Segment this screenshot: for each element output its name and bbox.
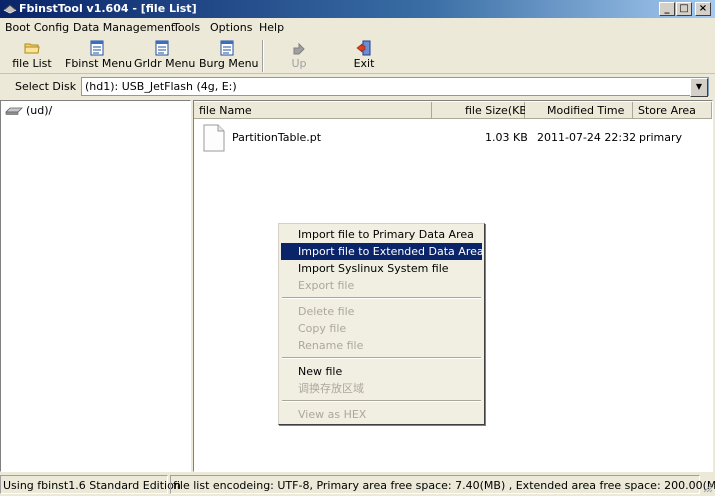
toolbar-label: file List: [12, 57, 52, 70]
menu-doc-icon: [220, 40, 234, 56]
menu-doc-icon: [155, 40, 169, 56]
menu-help[interactable]: Help: [259, 21, 284, 34]
menu-item-export-file[interactable]: Export file: [281, 277, 482, 294]
resize-grip-icon[interactable]: [702, 482, 713, 493]
toolbar: file List Fbinst Menu Grldr Menu Burg Me…: [0, 38, 715, 74]
menu-item-import-syslinux[interactable]: Import Syslinux System file: [281, 260, 482, 277]
disk-select-value: (hd1): USB_JetFlash (4g, E:): [85, 80, 237, 93]
menu-separator: [282, 400, 481, 402]
menu-item-swap-area[interactable]: 调换存放区域: [281, 380, 482, 397]
window-title: FbinstTool v1.604 - [file List]: [19, 2, 197, 15]
maximize-button[interactable]: □: [676, 2, 692, 16]
app-icon: [3, 4, 17, 14]
close-button[interactable]: ×: [695, 2, 711, 16]
tree-item-root[interactable]: (ud)/: [26, 104, 52, 117]
menu-boot-config[interactable]: Boot Config: [5, 21, 69, 34]
toolbar-label: Exit: [353, 57, 375, 70]
menu-bar: Boot Config Data Management Tools Option…: [0, 18, 715, 38]
column-header-modified-time[interactable]: Modified Time: [525, 102, 633, 119]
menu-item-import-extended[interactable]: Import file to Extended Data Area: [281, 243, 484, 260]
menu-data-management[interactable]: Data Management: [73, 21, 175, 34]
context-menu: Import file to Primary Data Area Import …: [278, 223, 485, 425]
up-arrow-icon: [293, 42, 305, 55]
toolbar-label: Fbinst Menu: [65, 57, 133, 70]
toolbar-up-button[interactable]: Up: [284, 40, 314, 72]
folder-tree[interactable]: (ud)/: [0, 100, 191, 472]
menu-options[interactable]: Options: [210, 21, 252, 34]
toolbar-label: Up: [291, 57, 307, 70]
modified-time-cell: 2011-07-24 22:32: [537, 131, 637, 144]
file-name-cell: PartitionTable.pt: [232, 131, 322, 144]
column-header-file-name[interactable]: file Name: [194, 102, 432, 119]
menu-separator: [282, 357, 481, 359]
disk-select[interactable]: (hd1): USB_JetFlash (4g, E:) ▼: [81, 77, 709, 97]
toolbar-burg-menu-button[interactable]: Burg Menu: [199, 40, 259, 72]
toolbar-separator: [262, 40, 264, 72]
status-info: file list encodeing: UTF-8, Primary area…: [170, 475, 715, 494]
menu-item-import-primary[interactable]: Import file to Primary Data Area: [281, 226, 482, 243]
menu-item-copy-file[interactable]: Copy file: [281, 320, 482, 337]
column-header-store-area[interactable]: Store Area: [633, 102, 712, 119]
store-area-cell: primary: [639, 131, 683, 144]
status-edition: Using fbinst1.6 Standard Edition: [0, 475, 181, 494]
toolbar-fbinst-menu-button[interactable]: Fbinst Menu: [65, 40, 133, 72]
menu-doc-icon: [90, 40, 104, 56]
file-icon: [203, 124, 225, 152]
menu-item-delete-file[interactable]: Delete file: [281, 303, 482, 320]
column-header-file-size[interactable]: file Size(KB): [432, 102, 531, 119]
select-disk-label: Select Disk: [15, 80, 77, 93]
toolbar-file-list-button[interactable]: file List: [10, 40, 54, 72]
drive-icon: [5, 107, 23, 115]
menu-item-new-file[interactable]: New file: [281, 363, 482, 380]
table-row[interactable]: PartitionTable.pt 1.03 KB 2011-07-24 22:…: [195, 123, 711, 153]
toolbar-label: Burg Menu: [199, 57, 259, 70]
folder-icon: [24, 43, 40, 54]
toolbar-exit-button[interactable]: Exit: [349, 40, 379, 72]
menu-separator: [282, 297, 481, 299]
minimize-button[interactable]: _: [659, 2, 675, 16]
menu-item-rename-file[interactable]: Rename file: [281, 337, 482, 354]
file-size-cell: 1.03 KB: [485, 131, 528, 144]
dropdown-arrow-icon[interactable]: ▼: [690, 78, 708, 97]
menu-item-view-hex[interactable]: View as HEX: [281, 406, 482, 423]
title-bar[interactable]: FbinstTool v1.604 - [file List] _ □ ×: [0, 0, 715, 18]
exit-door-icon: [356, 40, 371, 56]
toolbar-grldr-menu-button[interactable]: Grldr Menu: [134, 40, 196, 72]
toolbar-label: Grldr Menu: [134, 57, 196, 70]
menu-tools[interactable]: Tools: [173, 21, 200, 34]
